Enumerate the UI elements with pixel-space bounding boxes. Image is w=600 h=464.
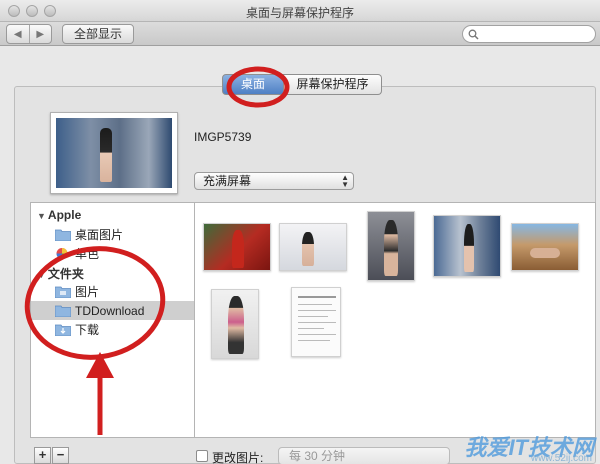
thumb-outfit-portrait[interactable] [211, 289, 259, 359]
back-button[interactable]: ◀ [7, 25, 30, 43]
source-item-label: 下载 [75, 323, 100, 337]
add-folder-button[interactable]: + [34, 447, 51, 464]
color-wheel-icon [56, 248, 68, 259]
change-picture-checkbox[interactable] [196, 450, 208, 462]
thumb-document-page[interactable] [291, 287, 341, 357]
forward-button[interactable]: ▶ [30, 25, 52, 43]
show-all-button[interactable]: 全部显示 [62, 24, 134, 44]
group-folders[interactable]: ▼ 文件夹 [37, 265, 84, 282]
source-item-solid-colors[interactable]: 单色 [31, 244, 194, 263]
window-title: 桌面与屏幕保护程序 [245, 6, 354, 20]
current-picture-preview [50, 112, 178, 194]
thumb-standing-portrait[interactable] [367, 211, 415, 281]
source-item-desktop-pictures[interactable]: 桌面图片 [31, 225, 194, 244]
thumb-red-dress[interactable] [203, 223, 271, 271]
folder-icon [55, 305, 71, 317]
source-item-pictures[interactable]: 图片 [31, 282, 194, 301]
search-icon [468, 29, 479, 40]
tab-screen-saver[interactable]: 屏幕保护程序 [284, 74, 382, 95]
thumb-white-room[interactable] [279, 223, 347, 271]
fit-mode-select[interactable]: 充满屏幕 ▲ ▼ [194, 172, 354, 190]
source-item-label: TDDownload [75, 303, 145, 318]
change-interval-select[interactable]: 每 30 分钟 [278, 447, 450, 464]
picture-grid [194, 202, 596, 438]
change-picture-label: 更改图片: [212, 451, 264, 464]
folder-icon [55, 229, 71, 241]
disclosure-triangle-icon: ▼ [37, 270, 46, 280]
source-item-downloads[interactable]: 下载 [31, 320, 194, 339]
preview-image [56, 118, 172, 188]
fit-mode-value: 充满屏幕 [203, 174, 252, 188]
source-list: ▼ Apple 桌面图片 单色 ▼ 文件夹 图片 TDDownload 下载 [30, 202, 194, 438]
select-arrows-icon: ▲ ▼ [341, 173, 349, 189]
source-item-tddownload[interactable]: TDDownload [31, 301, 194, 320]
group-apple[interactable]: ▼ Apple [37, 208, 81, 222]
watermark-url: www.52ij.com [530, 453, 592, 464]
source-item-label: 桌面图片 [75, 228, 124, 242]
navigation-buttons: ◀ ▶ [6, 24, 52, 44]
thumb-store-interior[interactable] [433, 215, 501, 277]
current-image-name: IMGP5739 [194, 130, 252, 144]
pictures-folder-icon [55, 286, 71, 298]
remove-folder-button[interactable]: − [52, 447, 69, 464]
source-item-label: 单色 [75, 247, 100, 261]
thumb-beach-rocks[interactable] [511, 223, 579, 271]
toolbar: ◀ ▶ 全部显示 [0, 22, 600, 46]
window-titlebar: 桌面与屏幕保护程序 [0, 0, 600, 22]
downloads-folder-icon [55, 324, 71, 336]
tab-bar: 桌面 屏幕保护程序 [222, 74, 382, 95]
search-input[interactable] [462, 25, 596, 43]
tab-desktop[interactable]: 桌面 [222, 74, 284, 95]
source-item-label: 图片 [75, 285, 100, 299]
disclosure-triangle-icon: ▼ [37, 211, 46, 221]
